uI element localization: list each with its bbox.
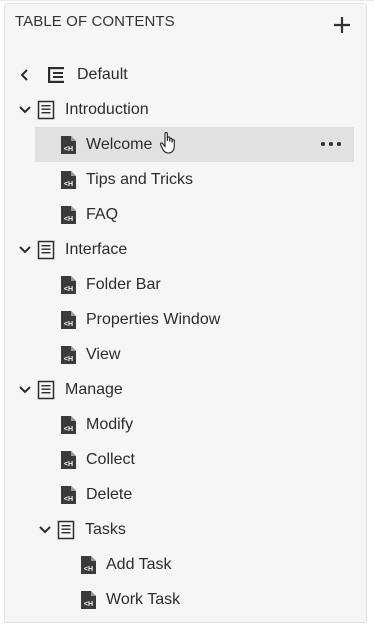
page-icon [57,520,75,539]
tree-folder-tasks[interactable]: Tasks [5,512,366,547]
topic-file-icon: <H [61,485,76,504]
chevron-down-icon[interactable] [17,242,33,258]
topic-file-icon: <H [61,205,76,224]
tree-topic-delete[interactable]: <H Delete [5,477,366,512]
topic-file-icon: <H [61,170,76,189]
svg-text:<H: <H [64,181,73,188]
tree-topic-add-task[interactable]: <H Add Task [5,547,366,582]
tree-topic-collect[interactable]: <H Collect [5,442,366,477]
tree-item-label: Delete [86,485,133,503]
tree-item-label: Interface [65,240,128,258]
chevron-down-icon[interactable] [17,102,33,118]
tree-topic-view[interactable]: <H View [5,337,366,372]
tree-root-default[interactable]: Default [5,57,366,92]
tree-item-label: Manage [65,380,123,398]
tree-item-label: Work Task [106,590,181,608]
svg-text:<H: <H [64,216,73,223]
tree-topic-folder-bar[interactable]: <H Folder Bar [5,267,366,302]
chevron-down-icon[interactable] [17,382,33,398]
tree-item-label: Introduction [65,100,149,118]
svg-text:<H: <H [64,496,73,503]
page-icon [37,380,55,399]
svg-text:<H: <H [64,426,73,433]
svg-text:<H: <H [64,356,73,363]
svg-text:<H: <H [84,601,93,608]
page-icon [37,100,55,119]
tree-topic-modify[interactable]: <H Modify [5,407,366,442]
tree-topic-tips-and-tricks[interactable]: <H Tips and Tricks [5,162,366,197]
hand-cursor-icon [159,132,175,154]
toc-tree: Default Introduction <H Welcome <H Tips … [5,57,366,617]
tree-topic-faq[interactable]: <H FAQ [5,197,366,232]
topic-file-icon: <H [61,310,76,329]
chevron-down-icon[interactable] [37,522,53,538]
svg-text:<H: <H [64,461,73,468]
panel-title: TABLE OF CONTENTS [15,13,175,30]
tree-folder-interface[interactable]: Interface [5,232,366,267]
chevron-left-icon[interactable] [17,67,33,83]
tree-topic-work-task[interactable]: <H Work Task [5,582,366,617]
tree-item-label: FAQ [86,205,119,223]
topic-file-icon: <H [81,590,96,609]
tree-topic-properties-window[interactable]: <H Properties Window [5,302,366,337]
tree-item-label: Tasks [85,520,126,538]
tree-item-label: Folder Bar [86,275,161,293]
window-top-border [0,0,374,1]
topic-file-icon: <H [61,415,76,434]
tree-item-label: Collect [86,450,135,468]
tree-item-label: Modify [86,415,134,433]
svg-text:<H: <H [64,321,73,328]
topic-file-icon: <H [61,275,76,294]
svg-text:<H: <H [84,566,93,573]
topic-file-icon: <H [61,450,76,469]
tree-folder-manage[interactable]: Manage [5,372,366,407]
topic-file-icon: <H [61,135,76,154]
toc-panel: TABLE OF CONTENTS Default Introduction <… [4,3,367,623]
more-horizontal-icon[interactable] [320,139,342,149]
topic-file-icon: <H [61,345,76,364]
tree-root-label: Default [77,65,128,83]
tree-item-label: Welcome [86,135,153,153]
tree-item-label: Tips and Tricks [86,170,193,188]
svg-text:<H: <H [64,146,73,153]
topic-file-icon: <H [81,555,96,574]
page-icon [37,240,55,259]
tree-folder-introduction[interactable]: Introduction [5,92,366,127]
tree-item-label: View [86,345,121,363]
tree-item-label: Properties Window [86,310,221,328]
plus-icon[interactable] [332,15,352,35]
svg-text:<H: <H [64,286,73,293]
toc-list-icon [48,66,64,83]
tree-item-label: Add Task [106,555,172,573]
tree-topic-welcome[interactable]: <H Welcome [35,127,354,162]
